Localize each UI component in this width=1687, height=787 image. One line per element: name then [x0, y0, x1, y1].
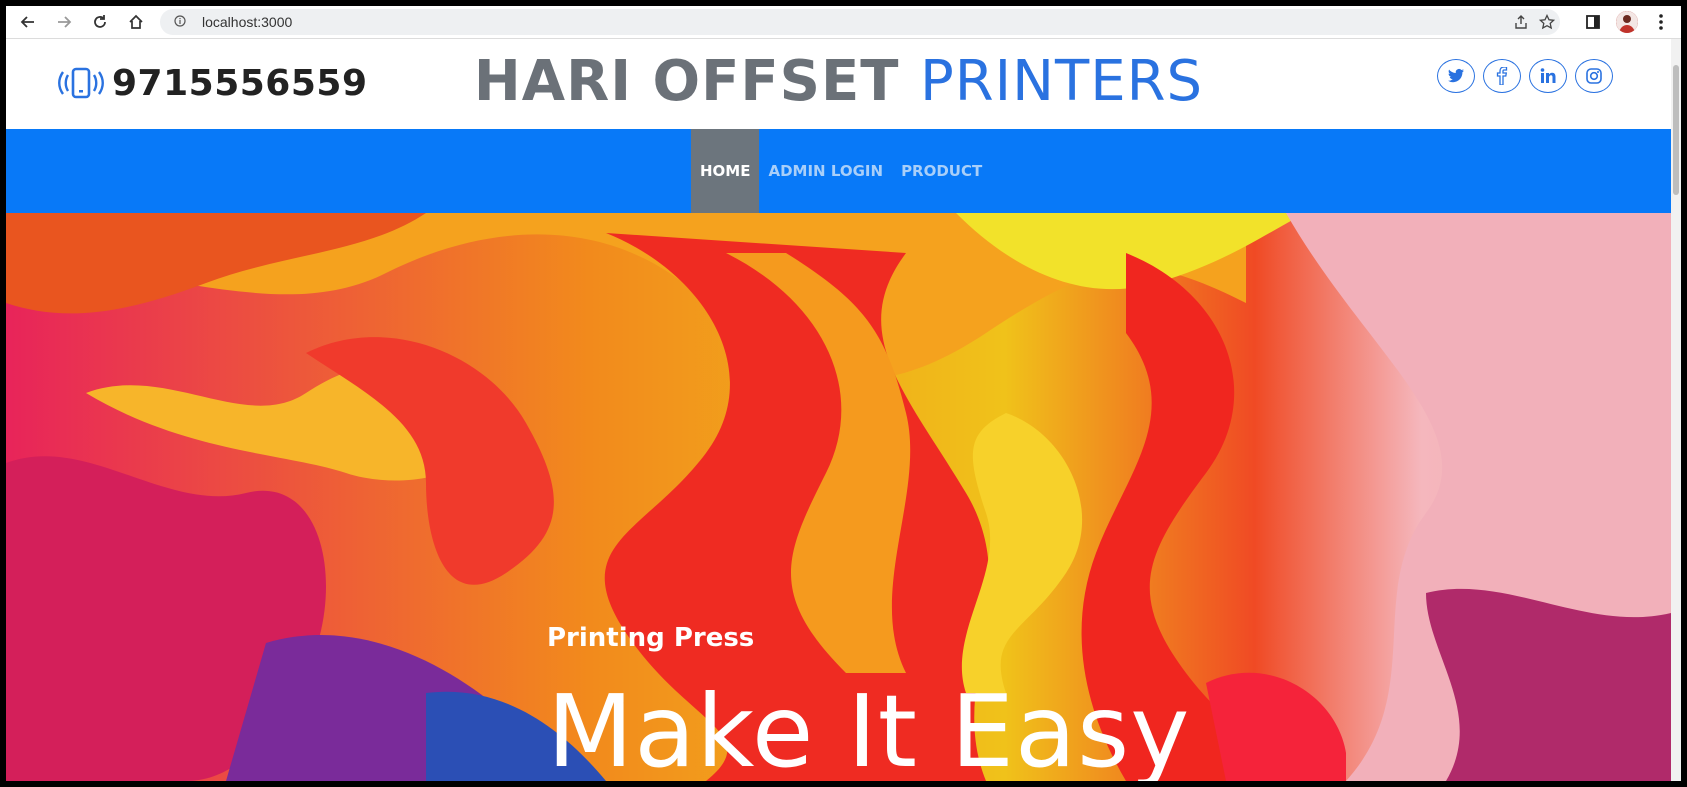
- main-navbar: HOME ADMIN LOGIN PRODUCT: [6, 129, 1671, 213]
- scrollbar-thumb[interactable]: [1673, 65, 1679, 195]
- hero-title: Make It Easy: [547, 673, 1191, 781]
- twitter-icon: [1448, 68, 1464, 83]
- page-scrollbar[interactable]: [1671, 39, 1681, 781]
- brand-title-part1: HARI OFFSET: [473, 49, 900, 114]
- home-icon: [129, 14, 143, 29]
- forward-button[interactable]: [52, 10, 76, 34]
- social-links: [1437, 59, 1613, 93]
- browser-toolbar: localhost:3000: [6, 6, 1681, 39]
- hero-kicker: Printing Press: [547, 623, 755, 653]
- bookmark-star-icon[interactable]: [1538, 13, 1556, 31]
- facebook-icon: [1496, 67, 1508, 85]
- browser-menu-icon[interactable]: [1650, 11, 1672, 33]
- side-panel-icon[interactable]: [1582, 11, 1604, 33]
- browser-window: localhost:3000 9715556559 HARI OFFSET PR…: [6, 6, 1681, 781]
- address-bar[interactable]: localhost:3000: [160, 9, 1560, 35]
- brand-title-part2: PRINTERS: [919, 49, 1204, 114]
- forward-arrow-icon: [58, 16, 72, 28]
- instagram-icon: [1586, 68, 1602, 84]
- share-icon[interactable]: [1512, 13, 1530, 31]
- nav-home[interactable]: HOME: [691, 129, 760, 213]
- home-button[interactable]: [124, 10, 148, 34]
- back-button[interactable]: [16, 10, 40, 34]
- site-header: 9715556559 HARI OFFSET PRINTERS: [6, 39, 1671, 135]
- reload-button[interactable]: [88, 10, 112, 34]
- profile-avatar[interactable]: [1616, 11, 1638, 33]
- linkedin-icon: [1540, 68, 1556, 83]
- nav-admin-login[interactable]: ADMIN LOGIN: [759, 129, 892, 213]
- back-arrow-icon: [20, 16, 34, 28]
- linkedin-link[interactable]: [1529, 59, 1567, 93]
- instagram-link[interactable]: [1575, 59, 1613, 93]
- nav-product[interactable]: PRODUCT: [892, 129, 991, 213]
- site-info-icon[interactable]: [174, 15, 186, 27]
- nav-menu: HOME ADMIN LOGIN PRODUCT: [691, 129, 991, 213]
- facebook-link[interactable]: [1483, 59, 1521, 93]
- reload-icon: [94, 15, 106, 28]
- twitter-link[interactable]: [1437, 59, 1475, 93]
- hero-banner: Printing Press Make It Easy: [6, 213, 1671, 781]
- url-text[interactable]: localhost:3000: [202, 14, 292, 30]
- brand-title[interactable]: HARI OFFSET PRINTERS: [6, 49, 1671, 114]
